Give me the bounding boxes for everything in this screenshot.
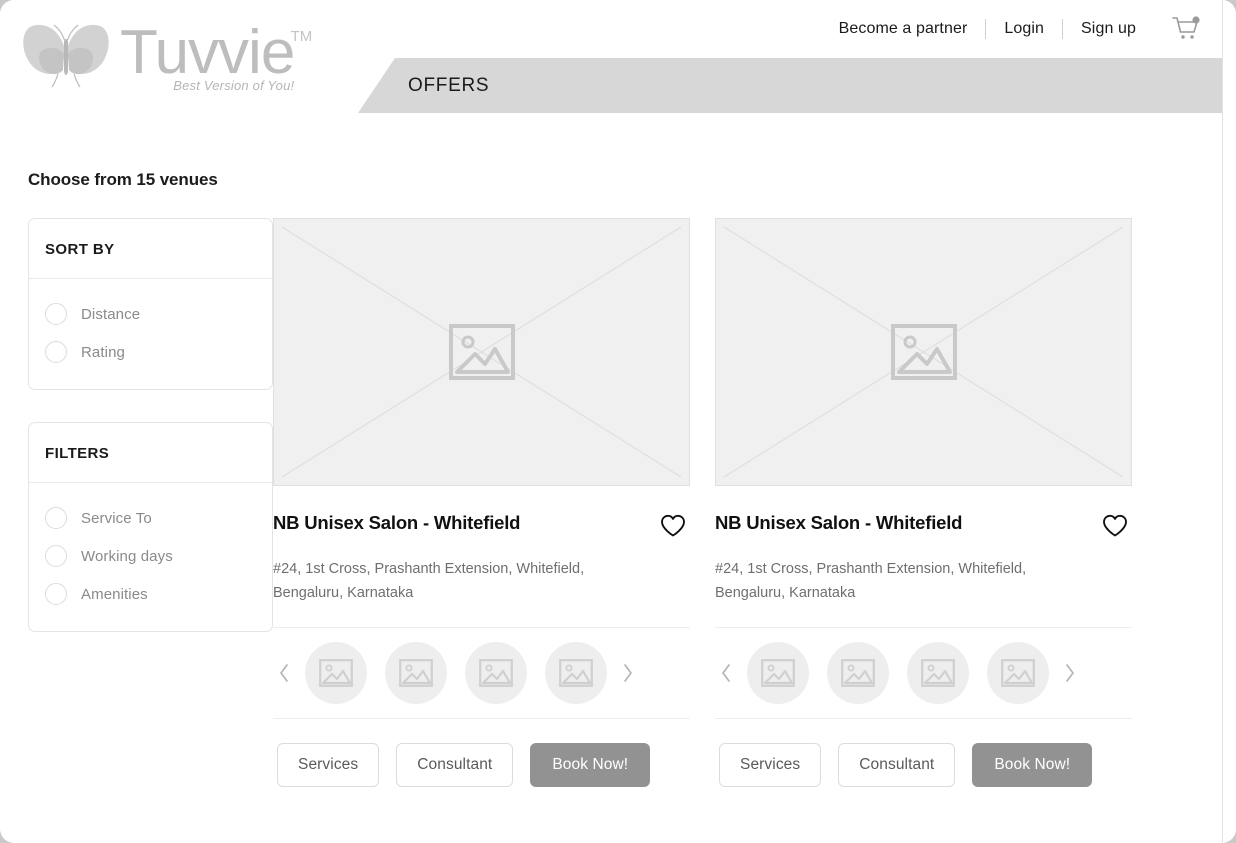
sort-by-card: SORT BY Distance Rating [28,218,273,390]
chevron-right-icon [1066,664,1074,682]
radio-icon[interactable] [45,583,67,605]
filter-option-label: Service To [81,509,152,527]
sort-option-rating[interactable]: Rating [29,333,272,371]
filters-sidebar: SORT BY Distance Rating FILTERS Service … [0,218,273,787]
browser-window: Tuvvie TM Best Version of You! Become a … [0,0,1236,843]
photo-glyph-icon [448,324,515,380]
image-placeholder-icon [559,659,593,687]
radio-icon[interactable] [45,341,67,363]
radio-icon[interactable] [45,545,67,567]
book-now-button[interactable]: Book Now! [530,743,651,787]
image-placeholder-icon [921,659,955,687]
venue-photo[interactable] [715,218,1132,486]
filter-option-label: Amenities [81,585,148,603]
thumbnail-item[interactable] [465,642,527,704]
thumbnail-item[interactable] [385,642,447,704]
photo-glyph-icon [890,324,957,380]
favorite-button[interactable] [1102,512,1128,543]
venue-address: #24, 1st Cross, Prashanth Extension, Whi… [273,561,585,601]
carousel-next-button[interactable] [1059,663,1081,683]
nav-become-a-partner[interactable]: Become a partner [821,20,986,38]
venue-card: NB Unisex Salon - Whitefield #24, 1st Cr… [715,218,1132,787]
thumbnail-item[interactable] [827,642,889,704]
sort-option-label: Rating [81,343,125,361]
shopping-cart-icon [1172,16,1200,39]
thumbnail-carousel [273,627,690,719]
carousel-next-button[interactable] [617,663,639,683]
venue-card: NB Unisex Salon - Whitefield #24, 1st Cr… [273,218,690,787]
thumbnail-list [305,642,607,704]
filter-option-label: Working days [81,547,173,565]
filter-option-amenities[interactable]: Amenities [29,575,272,613]
consultant-button[interactable]: Consultant [396,743,514,787]
heart-icon [1103,514,1127,537]
trademark-mark: TM [290,28,313,45]
filter-option-service-to[interactable]: Service To [29,499,272,537]
content-row: SORT BY Distance Rating FILTERS Service … [0,218,1222,787]
wordmark-wrap: Tuvvie TM Best Version of You! [120,18,312,94]
radio-icon[interactable] [45,303,67,325]
chevron-right-icon [624,664,632,682]
image-placeholder-icon [761,659,795,687]
offers-banner: OFFERS [358,58,1222,113]
filters-card: FILTERS Service To Working days Amenitie… [28,422,273,632]
thumbnail-item[interactable] [545,642,607,704]
thumbnail-list [747,642,1049,704]
venue-name: NB Unisex Salon - Whitefield [273,512,521,533]
consultant-button[interactable]: Consultant [838,743,956,787]
venue-header-row: NB Unisex Salon - Whitefield [273,512,690,543]
logo-block[interactable]: Tuvvie TM Best Version of You! [18,18,312,94]
venue-actions: Services Consultant Book Now! [715,743,1132,787]
thumbnail-item[interactable] [747,642,809,704]
site-header: Tuvvie TM Best Version of You! Become a … [0,0,1236,113]
nav-sign-up[interactable]: Sign up [1063,20,1154,38]
thumbnail-item[interactable] [987,642,1049,704]
offers-banner-title: OFFERS [408,74,490,96]
results-heading: Choose from 15 venues [28,170,218,189]
venue-actions: Services Consultant Book Now! [273,743,690,787]
venue-card-list: NB Unisex Salon - Whitefield #24, 1st Cr… [273,218,1222,787]
sort-by-options: Distance Rating [29,279,272,389]
butterfly-icon [23,24,109,88]
top-navigation: Become a partner Login Sign up [821,16,1200,42]
services-button[interactable]: Services [277,743,380,787]
thumbnail-item[interactable] [305,642,367,704]
image-placeholder-icon [841,659,875,687]
thumbnail-carousel [715,627,1132,719]
radio-icon[interactable] [45,507,67,529]
image-placeholder-icon [1001,659,1035,687]
sort-option-label: Distance [81,305,141,323]
image-placeholder-icon [399,659,433,687]
services-button[interactable]: Services [719,743,822,787]
venue-header-row: NB Unisex Salon - Whitefield [715,512,1132,543]
carousel-prev-button[interactable] [715,663,737,683]
sort-option-distance[interactable]: Distance [29,295,272,333]
favorite-button[interactable] [660,512,686,543]
image-placeholder-icon [479,659,513,687]
venue-photo[interactable] [273,218,690,486]
venue-address: #24, 1st Cross, Prashanth Extension, Whi… [715,561,1027,601]
page-right-edge [1222,0,1236,843]
chevron-left-icon [280,664,288,682]
sort-by-title: SORT BY [29,219,272,279]
filter-option-working-days[interactable]: Working days [29,537,272,575]
image-placeholder-icon [319,659,353,687]
heart-icon [661,514,685,537]
thumbnail-item[interactable] [907,642,969,704]
filters-options: Service To Working days Amenities [29,483,272,631]
filters-title: FILTERS [29,423,272,483]
chevron-left-icon [722,664,730,682]
shopping-cart-button[interactable] [1172,16,1200,42]
cart-badge-dot [1192,16,1200,24]
venue-name: NB Unisex Salon - Whitefield [715,512,963,533]
nav-login[interactable]: Login [986,20,1062,38]
brand-wordmark: Tuvvie [120,18,295,87]
book-now-button[interactable]: Book Now! [972,743,1093,787]
carousel-prev-button[interactable] [273,663,295,683]
